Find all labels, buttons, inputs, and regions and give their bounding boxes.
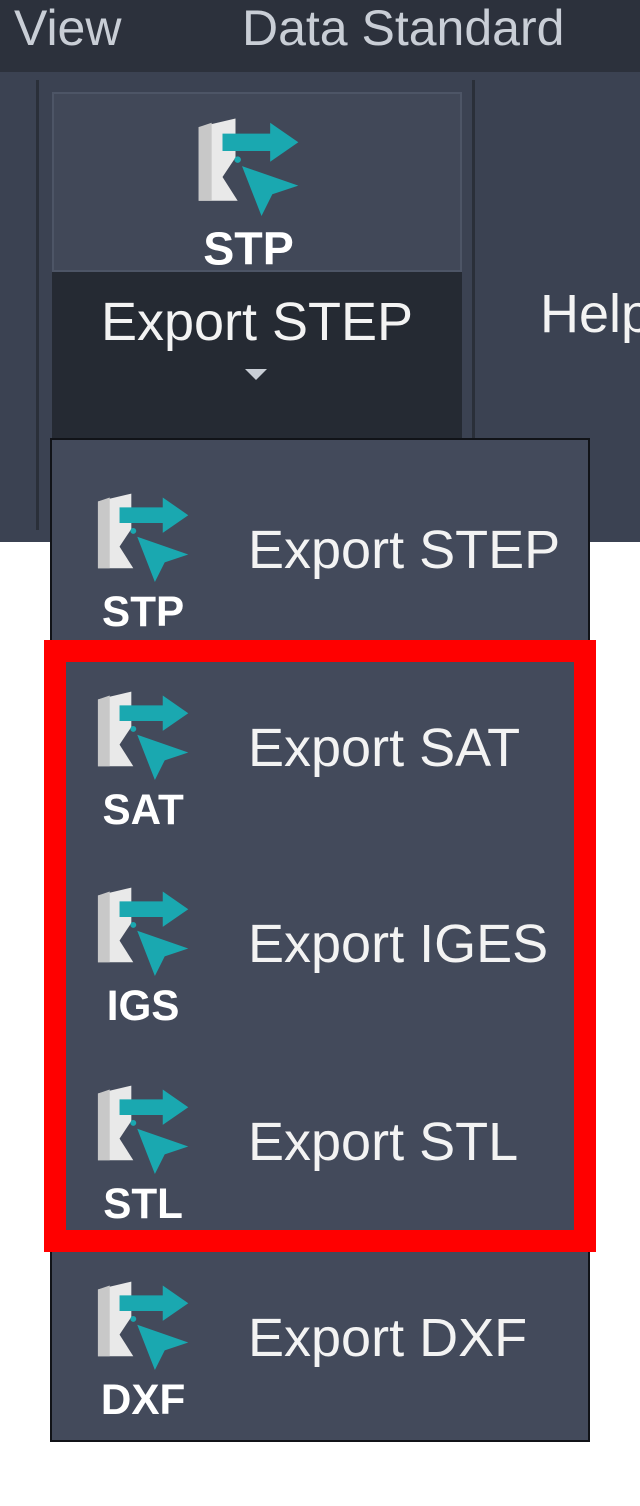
icon-format-text: STP bbox=[102, 588, 184, 634]
cad-export-ui: View Data Standard l STP Export STEP Hel… bbox=[0, 0, 640, 1506]
export-step-dropdown-toggle[interactable]: Export STEP bbox=[52, 272, 462, 442]
file-export-arrow-icon: STP bbox=[198, 118, 299, 274]
file-export-arrow-icon: STP bbox=[97, 493, 189, 634]
dropdown-item-export-dxf[interactable]: DXF Export DXF bbox=[52, 1234, 588, 1430]
caret-down-icon bbox=[245, 369, 267, 380]
export-step-button[interactable]: STP bbox=[52, 92, 462, 274]
menu-data-standard[interactable]: Data Standard bbox=[242, 0, 564, 56]
highlight-box bbox=[44, 640, 596, 1252]
dropdown-item-export-step[interactable]: STP Export STEP bbox=[52, 446, 588, 642]
menu-bar: View Data Standard bbox=[0, 0, 640, 72]
dropdown-item-label: Export DXF bbox=[248, 1308, 528, 1368]
ribbon-separator bbox=[36, 80, 39, 530]
ribbon-clipped-label: l bbox=[0, 285, 10, 345]
ribbon-help-button[interactable]: Help bbox=[540, 282, 640, 346]
export-step-split-button: STP Export STEP bbox=[52, 92, 462, 442]
dropdown-item-label: Export STEP bbox=[248, 520, 561, 580]
file-export-arrow-icon: DXF bbox=[97, 1281, 189, 1422]
export-step-label: Export STEP bbox=[100, 292, 414, 352]
menu-view[interactable]: View bbox=[14, 0, 121, 56]
icon-format-text: STP bbox=[203, 223, 294, 274]
icon-format-text: DXF bbox=[101, 1376, 185, 1422]
